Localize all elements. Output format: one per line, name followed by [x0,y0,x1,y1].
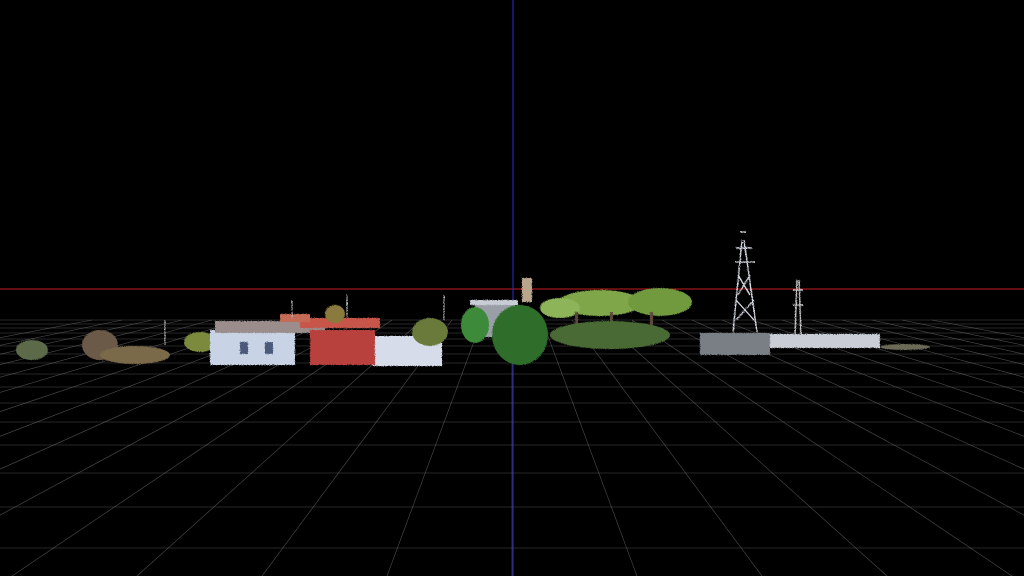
scene-canvas[interactable] [0,0,1024,576]
grid-line-radial [721,319,1024,437]
point-cloud-viewport[interactable] [0,0,1024,576]
grid-line-radial [601,319,888,576]
grid-line-radial [751,319,1024,412]
grid-line-radial [901,319,1024,346]
grid-line-radial [931,319,1024,339]
grid-line-radial [0,319,93,339]
grid-line-radial [871,319,1024,355]
grid-line-radial [661,319,1024,516]
antenna-mast [793,279,803,336]
transmission-tower [732,231,758,333]
building-low-right [700,333,930,355]
grid-line-radial [781,319,1024,393]
grid-line-radial [541,319,638,576]
pine-tree-canopy [540,288,692,349]
grid-line-radial [0,319,363,516]
low-vegetation [16,330,216,364]
grid-line-radial [841,319,1024,365]
grid-line-radial [691,319,1024,470]
grid-line-radial [811,319,1024,378]
